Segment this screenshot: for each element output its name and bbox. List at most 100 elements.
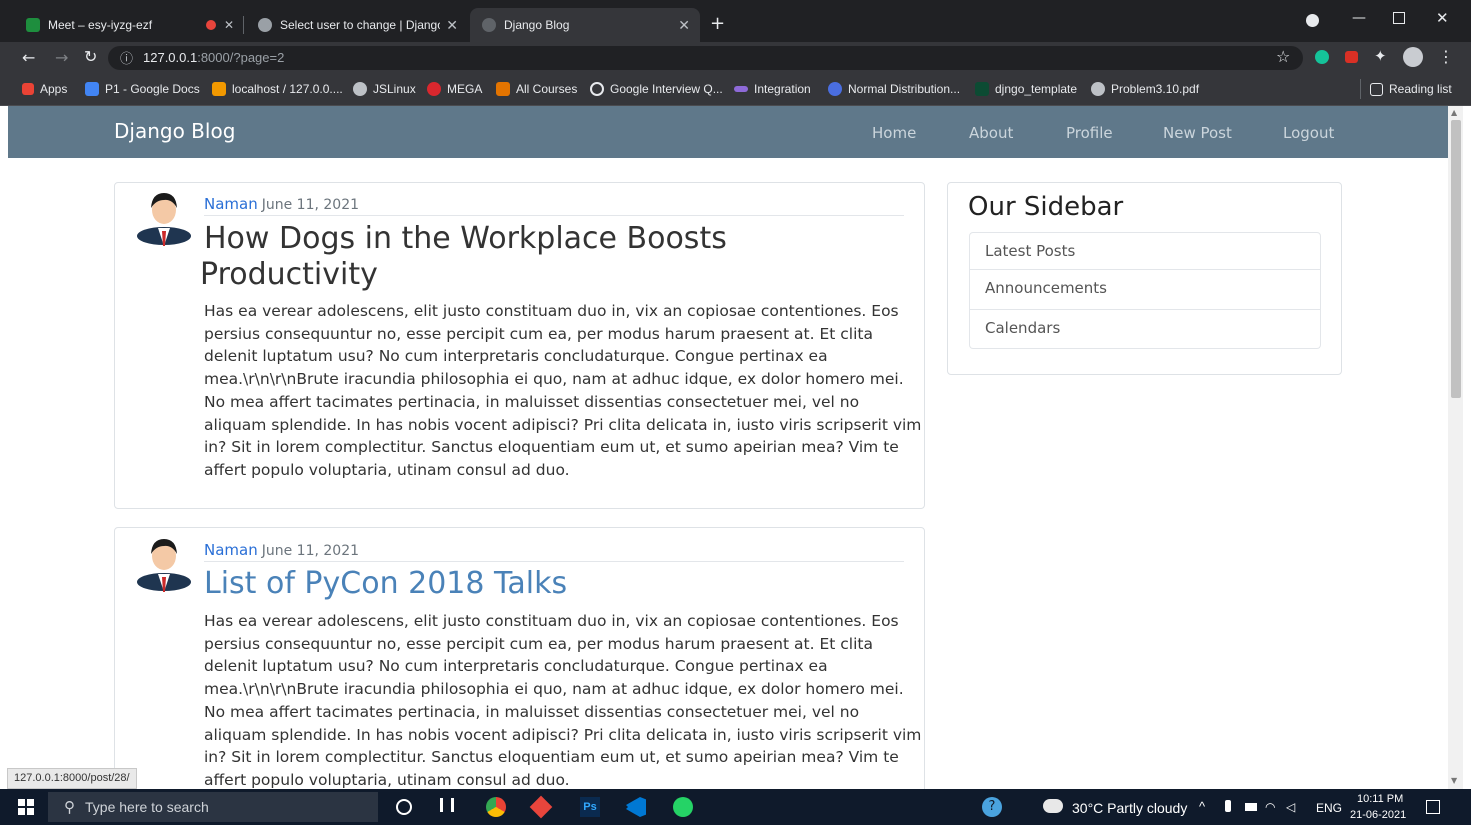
window-close-icon[interactable]: ✕ [1436,9,1449,27]
site-icon [828,82,842,96]
nav-new-post[interactable]: New Post [1163,124,1232,142]
nav-home[interactable]: Home [872,124,916,142]
bookmark-apps[interactable]: Apps [22,81,67,97]
avatar[interactable] [1403,47,1423,67]
taskbar-search-box[interactable]: ⚲ Type here to search [48,792,378,822]
reload-icon[interactable]: ↻ [84,47,97,66]
post-content: Has ea verear adolescens, elit justo con… [204,612,922,789]
tab-django-blog[interactable]: Django Blog ✕ [470,8,700,42]
post-content: Has ea verear adolescens, elit justo con… [204,302,922,479]
post-author-link[interactable]: Naman [204,195,258,213]
apps-grid-icon [22,83,34,95]
maximize-icon[interactable] [1393,12,1405,24]
bookmark-google-interview[interactable]: Google Interview Q... [590,81,723,97]
sidebar-title: Our Sidebar [968,192,1124,222]
bookmark-django-template[interactable]: djngo_template [975,81,1077,97]
mega-icon [427,82,441,96]
forward-icon[interactable]: → [55,48,68,67]
clock-date[interactable]: 21-06-2021 [1350,809,1406,821]
courses-icon [496,82,510,96]
divider [204,561,904,562]
bookmark-all-courses[interactable]: All Courses [496,81,577,97]
post-title-line-2[interactable]: Productivity [200,257,378,293]
chrome-icon[interactable] [486,797,506,817]
weather-cloud-icon[interactable] [1043,799,1063,813]
bookmark-jslinux[interactable]: JSLinux [353,81,416,97]
post-title-link[interactable]: List of PyCon 2018 Talks [204,566,567,602]
tab-meet[interactable]: Meet – esy-iyzg-ezf ✕ [14,8,238,42]
reading-list-icon [1370,82,1383,96]
site-brand[interactable]: Django Blog [114,119,235,143]
extensions-puzzle-icon[interactable]: ✦ [1374,47,1387,65]
bookmarks-divider [1360,79,1361,99]
help-icon[interactable]: ? [982,797,1002,817]
bookmark-localhost[interactable]: localhost / 127.0.0.... [212,81,343,97]
volume-icon[interactable]: ◁ [1286,800,1295,814]
nav-about[interactable]: About [969,124,1013,142]
weather-text[interactable]: 30°C Partly cloudy [1072,800,1187,816]
profile-menu-icon[interactable] [1306,14,1319,27]
nav-profile[interactable]: Profile [1066,124,1113,142]
globe-icon [1091,82,1105,96]
scrollbar-thumb[interactable] [1451,120,1461,398]
tray-usb-icon[interactable] [1225,800,1231,812]
post-date: June 11, 2021 [261,543,360,559]
new-tab-button[interactable]: + [710,13,725,34]
post-meta: Naman June 11, 2021 [204,541,359,559]
minimize-icon[interactable]: — [1352,10,1366,26]
close-icon[interactable]: ✕ [678,17,690,34]
language-indicator[interactable]: ENG [1316,801,1342,815]
grammarly-icon[interactable] [1315,50,1329,64]
tray-chevron-icon[interactable]: ^ [1199,799,1205,814]
url-text[interactable]: 127.0.0.1:8000/?page=2 [143,50,284,65]
sidebar-item-announcements[interactable]: Announcements [969,270,1321,310]
phpmyadmin-icon [212,82,226,96]
ublock-icon[interactable] [1345,51,1358,63]
globe-icon [353,82,367,96]
kebab-menu-icon[interactable]: ⋮ [1438,47,1454,66]
link-status-bubble: 127.0.0.1:8000/post/28/ [7,768,137,789]
docs-icon [85,82,99,96]
post-author-link[interactable]: Naman [204,541,258,559]
bookmark-integration[interactable]: Integration [734,81,811,97]
author-avatar[interactable] [136,190,192,246]
close-icon[interactable]: ✕ [446,17,458,34]
post-title-line-1[interactable]: How Dogs in the Workplace Boosts [204,221,727,257]
nav-logout[interactable]: Logout [1283,124,1334,142]
bookmark-problem-pdf[interactable]: Problem3.10.pdf [1091,81,1199,97]
clock-time[interactable]: 10:11 PM [1357,793,1403,805]
recording-icon [205,20,216,30]
globe-icon [482,18,496,32]
github-icon [590,82,604,96]
windows-start-icon[interactable] [18,799,34,815]
address-bar[interactable] [108,46,1303,70]
search-icon: ⚲ [64,799,75,816]
author-avatar[interactable] [136,536,192,592]
divider [204,215,904,216]
bookmark-mega[interactable]: MEGA [427,81,482,97]
sidebar-item-latest-posts[interactable]: Latest Posts [969,232,1321,270]
whatsapp-icon[interactable] [673,797,693,817]
bookmark-normal-distribution[interactable]: Normal Distribution... [828,81,960,97]
tab-django-admin[interactable]: Select user to change | Django si ✕ [246,8,468,42]
wifi-icon[interactable]: ◠ [1265,800,1275,814]
meet-icon [26,18,40,32]
back-icon[interactable]: ← [22,48,35,67]
tab-divider [243,16,244,34]
task-view-icon[interactable] [440,798,454,812]
sidebar-item-calendars[interactable]: Calendars [969,310,1321,349]
photoshop-icon[interactable]: Ps [580,797,600,817]
bookmark-google-docs[interactable]: P1 - Google Docs [85,81,200,97]
globe-icon [258,18,272,32]
integration-icon [734,86,748,92]
close-icon[interactable]: ✕ [224,18,234,32]
bookmark-star-icon[interactable]: ☆ [1276,47,1290,66]
scroll-up-icon[interactable]: ▲ [1451,108,1457,117]
notifications-icon[interactable] [1426,800,1440,814]
battery-icon[interactable] [1245,803,1257,811]
reading-list-button[interactable]: Reading list [1370,81,1452,97]
cortana-icon[interactable] [396,799,412,815]
django-icon [975,82,989,96]
scroll-down-icon[interactable]: ▼ [1451,776,1457,785]
info-icon[interactable]: ⓘ [120,48,133,67]
